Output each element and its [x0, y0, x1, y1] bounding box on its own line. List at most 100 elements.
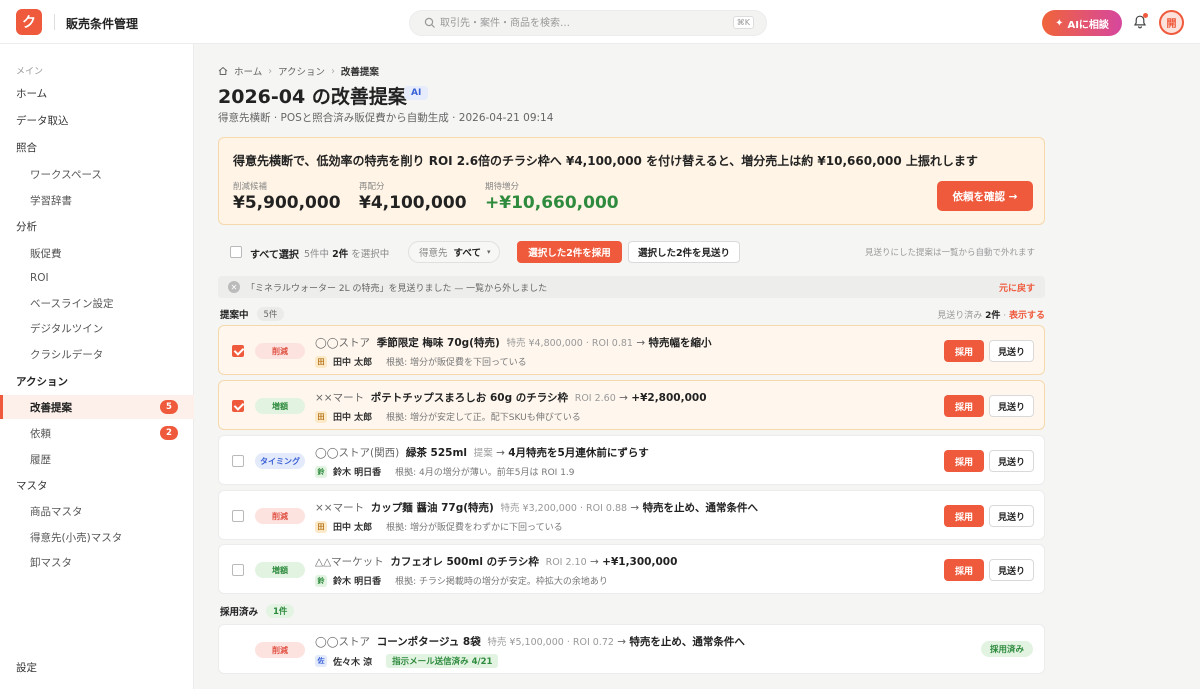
- sidebar-item-master[interactable]: マスタ: [0, 473, 194, 497]
- proposal-row[interactable]: 削減 ◯◯ストア 季節限定 梅味 70g(特売) 特売 ¥4,800,000 ·…: [218, 325, 1045, 375]
- sidebar-item-wholesale-master[interactable]: 卸マスタ: [0, 550, 194, 574]
- proposal-reason: 根拠: 増分が販促費を下回っている: [386, 358, 527, 368]
- adopt-button[interactable]: 採用: [944, 559, 984, 581]
- proposal-title: △△マーケット カフェオレ 500ml のチラシ枠 ROI 2.10 → +¥1…: [315, 554, 677, 569]
- sidebar-item-improve[interactable]: 改善提案 5: [0, 395, 194, 419]
- row-checkbox[interactable]: [232, 345, 244, 357]
- proposal-tag: 削減: [255, 642, 305, 658]
- skip-button[interactable]: 見送り: [989, 505, 1034, 527]
- item-name: 緑茶 525ml: [405, 447, 468, 459]
- skip-button[interactable]: 見送り: [989, 450, 1034, 472]
- proposal-row[interactable]: 削減 ××マート カップ麺 醤油 77g(特売) 特売 ¥3,200,000 ·…: [218, 490, 1045, 540]
- sidebar-item-label: 依頼: [30, 427, 51, 440]
- breadcrumb-action[interactable]: アクション: [278, 64, 325, 78]
- sidebar-item-promo[interactable]: 販促費: [0, 241, 194, 265]
- breadcrumb-home[interactable]: ホーム: [234, 64, 262, 78]
- person-name: 田中 太郎: [333, 523, 373, 533]
- global-search[interactable]: ⌘K: [409, 10, 767, 36]
- proposal-reason: 根拠: 4月の増分が薄い。前年5月は ROI 1.9: [395, 468, 575, 478]
- user-avatar[interactable]: 開: [1159, 10, 1184, 35]
- item-name: カフェオレ 500ml のチラシ枠: [390, 556, 539, 568]
- ai-tag: AI: [404, 86, 429, 100]
- sidebar-item-workspace[interactable]: ワークスペース: [0, 162, 194, 186]
- sidebar: メイン ホーム データ取込 照合 ワークスペース 学習辞書 分析 販促費 ROI…: [0, 44, 194, 689]
- proposal-reason: 根拠: 増分が販促費をわずかに下回っている: [386, 523, 563, 533]
- proposal-action: 特売幅を縮小: [648, 337, 712, 349]
- undo-link[interactable]: 元に戻す: [999, 281, 1035, 294]
- proposal-action: +¥1,300,000: [602, 556, 678, 568]
- page-subtitle: 得意先横断 · POSと照合済み販促費から自動生成 · 2026-04-21 0…: [218, 112, 554, 124]
- select-all-checkbox[interactable]: [230, 246, 242, 258]
- adopt-selected-button[interactable]: 選択した2件を採用: [517, 241, 622, 263]
- sidebar-item-history[interactable]: 履歴: [0, 447, 194, 471]
- summary-card: 得意先横断で、低効率の特売を削り ROI 2.6倍のチラシ枠へ ¥4,100,0…: [218, 137, 1045, 225]
- sidebar-item-analysis[interactable]: 分析: [0, 214, 194, 238]
- adopt-button[interactable]: 採用: [944, 450, 984, 472]
- count-selected: 2件: [332, 249, 349, 260]
- sidebar-item-action[interactable]: アクション: [0, 369, 194, 393]
- close-circle-icon: ✕: [228, 281, 240, 293]
- show-skipped-link[interactable]: 表示する: [1009, 311, 1045, 321]
- count-suffix: を選択中: [351, 249, 390, 260]
- proposal-row[interactable]: 増額 △△マーケット カフェオレ 500ml のチラシ枠 ROI 2.10 → …: [218, 544, 1045, 594]
- proposal-detail: 田 田中 太郎 根拠: 増分が販促費を下回っている: [315, 355, 527, 368]
- sidebar-item-product-master[interactable]: 商品マスタ: [0, 499, 194, 523]
- app-logo[interactable]: ク: [16, 9, 42, 35]
- adopt-button[interactable]: 採用: [944, 395, 984, 417]
- person-name: 佐々木 涼: [333, 657, 373, 668]
- sidebar-item-kurashiru[interactable]: クラシルデータ: [0, 342, 194, 366]
- top-header: ク 販売条件管理 ⌘K ✦ AIに相談 開: [0, 0, 1200, 44]
- sidebar-item-settings[interactable]: 設定: [0, 655, 194, 679]
- selection-count: 5件中 2件 を選択中: [304, 246, 389, 260]
- row-checkbox[interactable]: [232, 455, 244, 467]
- confirm-request-button[interactable]: 依頼を確認 →: [937, 181, 1033, 211]
- ai-consult-label: AIに相談: [1067, 19, 1109, 31]
- ai-consult-button[interactable]: ✦ AIに相談: [1042, 10, 1122, 36]
- sidebar-item-dictionary[interactable]: 学習辞書: [0, 188, 194, 212]
- proposal-row[interactable]: タイミング ◯◯ストア(関西) 緑茶 525ml 提案 → 4月特売を5月連休前…: [218, 435, 1045, 485]
- skip-selected-button[interactable]: 選択した2件を見送り: [628, 241, 740, 263]
- select-all-label[interactable]: すべて選択: [250, 246, 299, 261]
- chevron-down-icon: ▾: [486, 248, 491, 256]
- sidebar-item-home[interactable]: ホーム: [0, 81, 194, 105]
- proposal-reason: 根拠: チラシ掲載時の増分が安定。枠拡大の余地あり: [395, 577, 608, 587]
- skip-button[interactable]: 見送り: [989, 340, 1034, 362]
- search-icon: [424, 17, 435, 28]
- sidebar-item-customer-master[interactable]: 得意先(小売)マスタ: [0, 525, 194, 549]
- proposal-action: 4月特売を5月連休前にずらす: [508, 447, 649, 459]
- toast-message: 「ミネラルウォーター 2L の特売」を見送りました — 一覧から外しました: [246, 284, 548, 294]
- chevron-right-icon: ›: [331, 65, 335, 77]
- bulk-toolbar: すべて選択 5件中 2件 を選択中 得意先 すべて ▾ 選択した2件を採用 選択…: [218, 238, 1045, 266]
- proposal-tag: 削減: [255, 343, 305, 359]
- proposal-tag: 増額: [255, 562, 305, 578]
- improve-count-badge: 5: [160, 400, 178, 414]
- row-checkbox[interactable]: [232, 400, 244, 412]
- adopt-button[interactable]: 採用: [944, 340, 984, 362]
- sidebar-item-request[interactable]: 依頼 2: [0, 421, 194, 445]
- arrow-right-icon: →: [617, 636, 627, 648]
- breadcrumb-current: 改善提案: [340, 67, 379, 78]
- adopted-row[interactable]: 削減 ◯◯ストア コーンポタージュ 8袋 特売 ¥5,100,000 · ROI…: [218, 624, 1045, 674]
- person-icon: 鈴: [315, 574, 327, 587]
- customer-filter-dropdown[interactable]: 得意先 すべて ▾: [408, 241, 500, 263]
- sidebar-item-digital-twin[interactable]: デジタルツイン: [0, 316, 194, 340]
- skip-button[interactable]: 見送り: [989, 395, 1034, 417]
- mail-sent-badge: 指示メール送信済み 4/21: [386, 654, 499, 668]
- sidebar-item-baseline[interactable]: ベースライン設定: [0, 291, 194, 315]
- store-name: ◯◯ストア(関西): [315, 447, 400, 459]
- skipped-count: 2件: [985, 311, 1001, 321]
- home-icon: [218, 66, 228, 75]
- sidebar-item-roi[interactable]: ROI: [0, 266, 194, 290]
- item-name: コーンポタージュ 8袋: [376, 636, 481, 648]
- sidebar-item-data-import[interactable]: データ取込: [0, 108, 194, 132]
- row-checkbox[interactable]: [232, 510, 244, 522]
- sidebar-item-label: 改善提案: [30, 401, 72, 414]
- sidebar-item-match[interactable]: 照合: [0, 135, 194, 159]
- skip-button[interactable]: 見送り: [989, 559, 1034, 581]
- row-checkbox[interactable]: [232, 564, 244, 576]
- request-count-badge: 2: [160, 426, 178, 440]
- proposal-detail: 田 田中 太郎 根拠: 増分が販促費をわずかに下回っている: [315, 520, 563, 533]
- search-input[interactable]: [440, 14, 730, 32]
- proposal-row[interactable]: 増額 ××マート ポテトチップスまろしお 60g のチラシ枠 ROI 2.60 …: [218, 380, 1045, 430]
- adopt-button[interactable]: 採用: [944, 505, 984, 527]
